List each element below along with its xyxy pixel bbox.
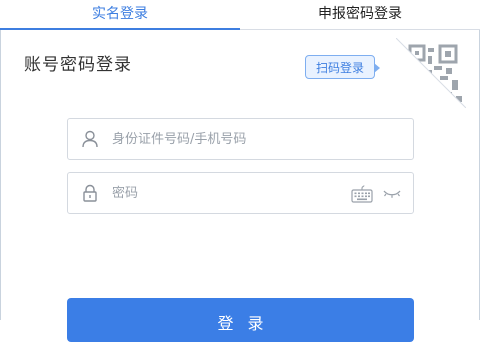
window-border-left <box>0 0 1 320</box>
page-title: 账号密码登录 <box>24 55 132 75</box>
eye-closed-icon[interactable] <box>382 185 402 201</box>
username-field <box>67 118 414 160</box>
keyboard-icon[interactable] <box>351 185 373 203</box>
tab-label: 申报密码登录 <box>318 6 402 22</box>
login-tabs: 实名登录 申报密码登录 <box>0 0 480 30</box>
password-field <box>67 172 414 214</box>
tab-real-name-login[interactable]: 实名登录 <box>0 0 240 30</box>
qr-code-icon[interactable] <box>396 38 466 108</box>
lock-icon <box>83 184 97 202</box>
password-input[interactable] <box>112 173 342 213</box>
tab-declaration-password-login[interactable]: 申报密码登录 <box>240 0 480 30</box>
username-input[interactable] <box>112 119 342 159</box>
qr-login-tip[interactable]: 扫码登录 <box>305 55 381 79</box>
tab-label: 实名登录 <box>92 6 148 22</box>
user-icon <box>82 130 98 148</box>
login-button[interactable]: 登录 <box>67 298 414 342</box>
